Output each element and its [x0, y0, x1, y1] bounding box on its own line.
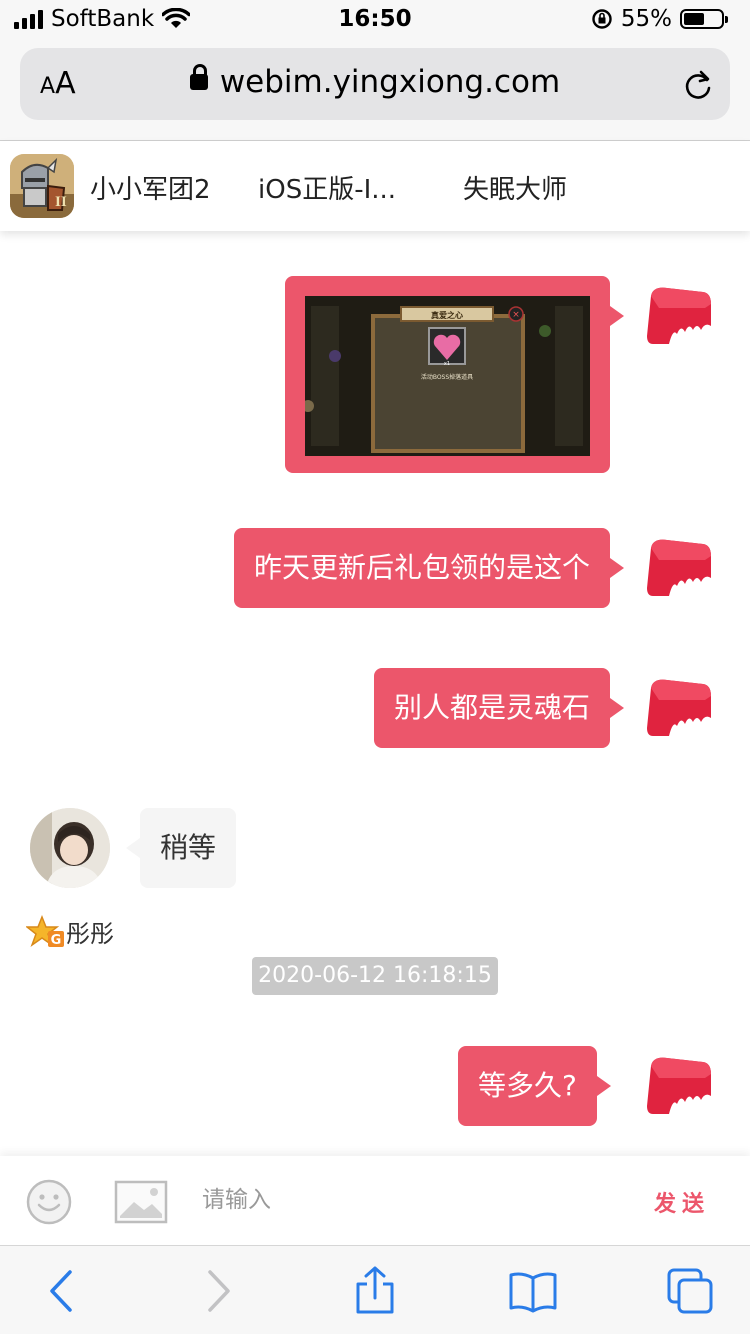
star-badge-icon: G — [26, 914, 64, 948]
agent-name: 彤彤 — [66, 920, 114, 948]
game-screenshot[interactable]: 真爱之心 × x1 活动BOSS掉落道具 — [305, 296, 590, 456]
outgoing-message[interactable]: 昨天更新后礼包领的是这个 — [234, 528, 625, 608]
status-bar: SoftBank 16:50 55% — [0, 0, 750, 40]
lock-icon — [189, 63, 208, 90]
outgoing-message[interactable]: 等多久? — [458, 1046, 611, 1126]
message-input-bar: 发送 — [0, 1156, 750, 1246]
agent-name-row: G 彤彤 — [26, 914, 114, 949]
knight-icon: II — [10, 154, 74, 218]
chat-area[interactable]: 真爱之心 × x1 活动BOSS掉落道具 昨天更新后礼包领的是这个 别人都是灵魂… — [0, 231, 750, 1156]
outgoing-message[interactable]: 别人都是灵魂石 — [374, 668, 625, 748]
back-icon[interactable] — [38, 1266, 88, 1316]
brand-avatar — [647, 679, 711, 736]
bookmarks-icon[interactable] — [508, 1266, 558, 1316]
url-text[interactable]: webim.yingxiong.com — [220, 64, 560, 100]
forward-icon[interactable] — [192, 1266, 242, 1316]
item-count: x1 — [444, 361, 450, 367]
image-message[interactable]: 真爱之心 × x1 活动BOSS掉落道具 — [285, 276, 624, 473]
agent-avatar[interactable] — [30, 808, 110, 888]
tab-shimian-dashi[interactable]: 失眠大师 — [463, 169, 567, 206]
tab-ios-official[interactable]: iOS正版-I... — [258, 169, 396, 206]
message-timestamp: 2020-06-12 16:18:15 — [252, 957, 498, 995]
item-title: 真爱之心 — [431, 310, 463, 320]
item-caption: 活动BOSS掉落道具 — [421, 373, 473, 381]
svg-text:×: × — [512, 310, 520, 320]
tabs-icon[interactable] — [665, 1266, 715, 1316]
brand-avatar — [647, 1057, 711, 1114]
emoji-icon[interactable] — [25, 1178, 73, 1226]
game-icon[interactable]: II — [10, 154, 74, 218]
tab-xiaoxiao-juntuan[interactable]: 小小军团2 — [90, 169, 211, 206]
image-icon[interactable] — [114, 1180, 168, 1224]
battery-percent: 55% — [620, 6, 672, 32]
svg-text:II: II — [55, 194, 67, 210]
send-button[interactable]: 发送 — [654, 1186, 710, 1218]
agent-badge-letter: G — [51, 933, 62, 948]
brand-avatar — [647, 287, 711, 344]
incoming-message[interactable]: 稍等 — [125, 808, 237, 888]
share-icon[interactable] — [350, 1266, 400, 1316]
browser-toolbar — [0, 1246, 750, 1334]
conversation-tab-bar: II 小小军团2 iOS正版-I... 失眠大师 — [0, 141, 750, 231]
message-input[interactable] — [190, 1176, 634, 1224]
battery-icon — [680, 9, 728, 29]
brand-avatar — [647, 539, 711, 596]
browser-header: AA webim.yingxiong.com — [0, 40, 750, 141]
reload-icon[interactable] — [682, 68, 714, 102]
address-bar[interactable]: AA webim.yingxiong.com — [20, 48, 730, 120]
orientation-lock-icon — [592, 9, 612, 29]
battery-fill — [684, 13, 704, 25]
